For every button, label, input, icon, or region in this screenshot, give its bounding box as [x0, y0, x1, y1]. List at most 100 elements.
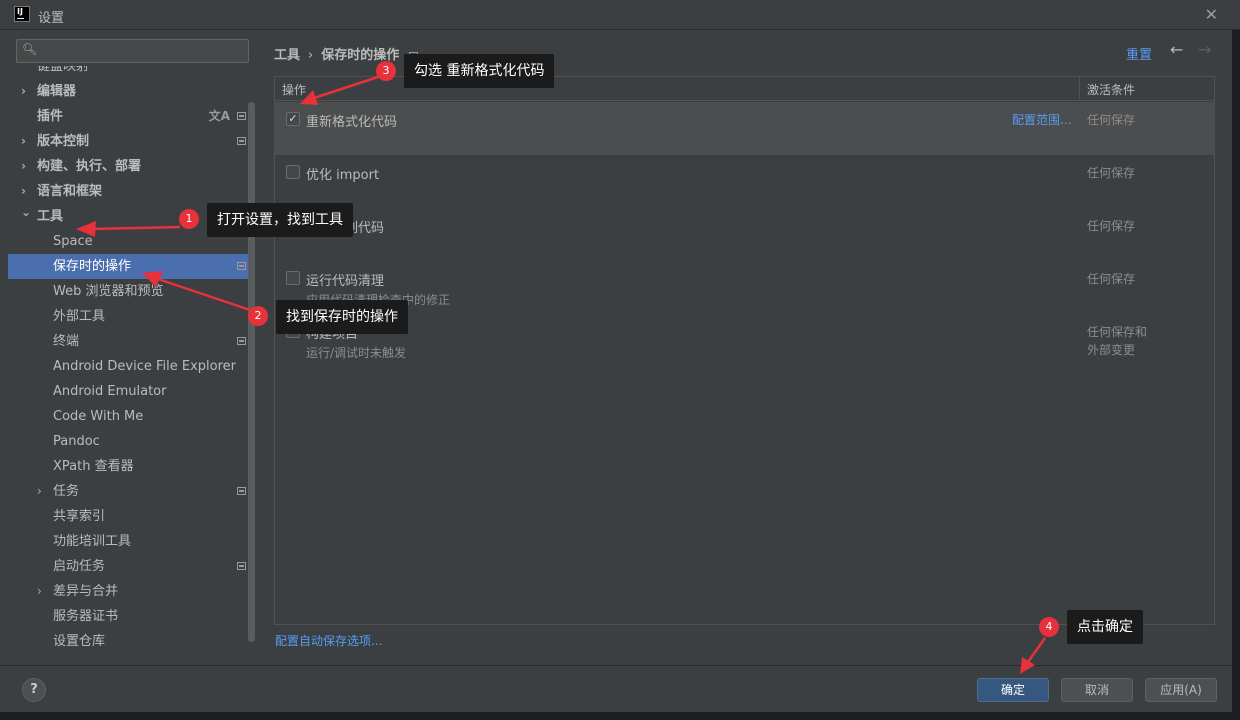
- sidebar-item-label: Code With Me: [53, 409, 144, 424]
- help-button[interactable]: ?: [22, 678, 46, 702]
- chevron-right-icon[interactable]: ›: [37, 479, 42, 504]
- configure-autosave-link[interactable]: 配置自动保存选项...: [275, 632, 382, 649]
- sidebar-item[interactable]: XPath 查看器: [8, 454, 248, 479]
- chevron-right-icon[interactable]: ›: [21, 129, 26, 154]
- activation-condition: 任何保存: [1087, 219, 1136, 233]
- sidebar-item[interactable]: › 构建、执行、部署: [8, 154, 248, 179]
- action-title: 优化 import: [306, 168, 380, 183]
- column-header-action[interactable]: 操作: [282, 81, 306, 98]
- annotation-callout-2: 找到保存时的操作: [276, 300, 408, 334]
- search-input[interactable]: 🔍︎: [16, 39, 249, 63]
- table-row[interactable]: 优化 import 任何保存: [275, 155, 1214, 208]
- breadcrumb-parent[interactable]: 工具: [274, 48, 300, 63]
- sidebar-item[interactable]: › 任务: [8, 479, 248, 504]
- checkbox[interactable]: [286, 271, 300, 285]
- sidebar-item[interactable]: 设置仓库: [8, 629, 248, 654]
- sidebar-item[interactable]: 外部工具: [8, 304, 248, 329]
- chevron-right-icon[interactable]: ›: [21, 79, 26, 104]
- column-header-condition[interactable]: 激活条件: [1087, 81, 1135, 98]
- sidebar-item-label: 保存时的操作: [53, 259, 132, 274]
- translate-icon: 文A: [208, 109, 230, 123]
- sidebar-item-label: Pandoc: [53, 434, 100, 449]
- sidebar-item[interactable]: Code With Me: [8, 404, 248, 429]
- sidebar-item-label: 外部工具: [53, 309, 106, 324]
- activation-condition: 任何保存: [1087, 166, 1136, 180]
- apply-button[interactable]: 应用(A): [1145, 678, 1217, 702]
- sidebar-item-label: 语言和框架: [37, 184, 103, 199]
- column-divider: [1079, 77, 1080, 101]
- activation-condition: 任何保存和 外部变更: [1087, 325, 1148, 357]
- sidebar-item-label: 工具: [37, 209, 64, 224]
- sidebar-item[interactable]: › 版本控制: [8, 129, 248, 154]
- project-settings-icon: [237, 112, 246, 120]
- project-settings-icon: [237, 487, 246, 495]
- sidebar-item-label: 插件: [37, 109, 64, 124]
- settings-dialog: 🔍︎ 键盘映射 › 编辑器 插件 文A › 版本控制 › 构建、执行、部署 › 语言和框架 ⌄ 工具 Sp…: [0, 30, 1232, 712]
- annotation-callout-4: 点击确定: [1067, 610, 1143, 644]
- sidebar-item[interactable]: 保存时的操作: [8, 254, 248, 279]
- chevron-right-icon[interactable]: ›: [37, 579, 42, 604]
- project-settings-icon: [237, 337, 246, 345]
- checkbox[interactable]: ✓: [286, 112, 300, 126]
- annotation-callout-1: 打开设置，找到工具: [207, 203, 353, 237]
- reset-link[interactable]: 重置: [1126, 44, 1152, 63]
- annotation-callout-3: 勾选 重新格式化代码: [404, 54, 555, 88]
- ok-button[interactable]: 确定: [977, 678, 1049, 702]
- table-row[interactable]: 构建项目 运行/调试时未触发 任何保存和 外部变更: [275, 314, 1214, 367]
- dialog-footer: ? 确定 取消 应用(A): [0, 665, 1232, 712]
- project-settings-icon: [237, 137, 246, 145]
- activation-condition: 任何保存: [1087, 272, 1136, 286]
- sidebar-item-label: Space: [53, 234, 93, 249]
- sidebar-item-label: 键盘映射: [37, 66, 90, 74]
- sidebar-item-label: 版本控制: [37, 134, 90, 149]
- actions-table: 操作 激活条件 ✓ 重新格式化代码 配置范围... 任何保存 优化 import 任何保存…: [274, 76, 1215, 625]
- sidebar-item[interactable]: › 语言和框架: [8, 179, 248, 204]
- back-arrow-icon[interactable]: ←: [1170, 40, 1183, 59]
- sidebar-item[interactable]: Android Device File Explorer: [8, 354, 248, 379]
- sidebar-item[interactable]: 功能培训工具: [8, 529, 248, 554]
- breadcrumb: 工具 › 保存时的操作: [274, 44, 419, 63]
- chevron-down-icon[interactable]: ⌄: [21, 200, 31, 225]
- checkbox[interactable]: [286, 165, 300, 179]
- sidebar-item[interactable]: 插件 文A: [8, 104, 248, 129]
- table-row[interactable]: 运行代码清理应用代码清理检查中的修正任何保存: [275, 261, 1214, 314]
- annotation-badge-2: 2: [248, 306, 268, 326]
- sidebar-item[interactable]: › 差异与合并: [8, 579, 248, 604]
- project-settings-icon: [237, 562, 246, 570]
- sidebar-item-label: 构建、执行、部署: [37, 159, 142, 174]
- cancel-button[interactable]: 取消: [1061, 678, 1133, 702]
- table-row[interactable]: ✓ 重新格式化代码 配置范围... 任何保存: [275, 102, 1214, 155]
- configure-scope-link[interactable]: 配置范围...: [1012, 111, 1071, 128]
- sidebar-scrollbar[interactable]: [248, 102, 255, 642]
- sidebar-item[interactable]: 键盘映射: [8, 66, 248, 79]
- sidebar-item-label: 任务: [53, 484, 80, 499]
- window-title: 设置: [38, 11, 65, 26]
- sidebar-item[interactable]: Android Emulator: [8, 379, 248, 404]
- sidebar-item[interactable]: › 编辑器: [8, 79, 248, 104]
- project-settings-icon: [237, 262, 246, 270]
- sidebar-item-label: Android Device File Explorer: [53, 359, 236, 374]
- sidebar-item-label: 共享索引: [53, 509, 106, 524]
- sidebar-item-label: XPath 查看器: [53, 459, 134, 474]
- settings-sidebar: 🔍︎ 键盘映射 › 编辑器 插件 文A › 版本控制 › 构建、执行、部署 › 语言和框架 ⌄ 工具 Sp…: [0, 30, 258, 665]
- annotation-badge-3: 3: [376, 61, 396, 81]
- sidebar-item[interactable]: 服务器证书: [8, 604, 248, 629]
- sidebar-item[interactable]: Web 浏览器和预览: [8, 279, 248, 304]
- chevron-right-icon[interactable]: ›: [21, 154, 26, 179]
- sidebar-item[interactable]: 终端: [8, 329, 248, 354]
- table-row[interactable]: 重新排列代码任何保存: [275, 208, 1214, 261]
- intellij-app-icon: IJ: [14, 6, 30, 22]
- sidebar-item-label: 设置仓库: [53, 634, 106, 649]
- close-icon[interactable]: ✕: [1205, 5, 1218, 24]
- sidebar-item-label: 服务器证书: [53, 609, 119, 624]
- forward-arrow-icon[interactable]: →: [1198, 40, 1211, 59]
- annotation-badge-1: 1: [179, 209, 199, 229]
- sidebar-item[interactable]: Pandoc: [8, 429, 248, 454]
- action-title: 重新格式化代码: [306, 115, 398, 130]
- sidebar-item-label: 功能培训工具: [53, 534, 132, 549]
- sidebar-item-label: Web 浏览器和预览: [53, 284, 164, 299]
- sidebar-item[interactable]: 启动任务: [8, 554, 248, 579]
- sidebar-item-label: 编辑器: [37, 84, 77, 99]
- sidebar-item[interactable]: 共享索引: [8, 504, 248, 529]
- sidebar-item-label: 启动任务: [53, 559, 106, 574]
